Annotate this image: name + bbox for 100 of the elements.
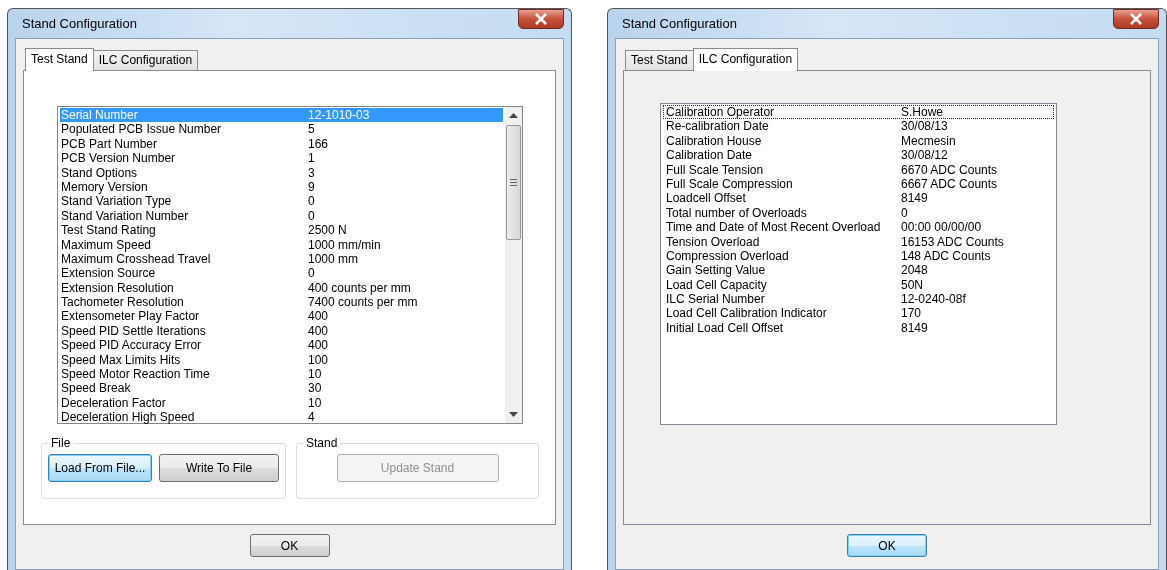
property-value: 100 [308, 352, 329, 368]
ok-button[interactable]: OK [847, 534, 927, 557]
window-title: Stand Configuration [21, 16, 137, 31]
property-name: Deceleration High Speed [60, 410, 196, 425]
property-name: Stand Variation Type [60, 194, 173, 209]
property-value: 8149 [901, 191, 928, 206]
property-value: 12-1010-03 [308, 108, 370, 123]
list-row[interactable]: Maximum Crosshead Travel 1000 mm [60, 251, 503, 267]
list-row[interactable]: Populated PCB Issue Number 5 [60, 122, 503, 137]
property-name: Speed PID Accuracy Error [60, 338, 203, 353]
property-value: 1 [308, 151, 315, 166]
list-row[interactable]: Calibration Date 30/08/12 [663, 148, 1054, 163]
property-value: 12-0240-08f [901, 292, 966, 307]
property-value: 400 counts per mm [308, 280, 411, 296]
grip-icon [510, 179, 517, 186]
property-value: 170 [901, 306, 922, 321]
list-row[interactable]: Extension Resolution 400 counts per mm [60, 280, 503, 296]
property-name: ILC Serial Number [665, 292, 766, 307]
list-row[interactable]: Full Scale Compression 6667 ADC Counts [663, 176, 1054, 192]
action-button[interactable]: Load From File... [48, 454, 152, 482]
tab[interactable]: ILC Configuration [692, 48, 799, 71]
list-row[interactable]: Speed Break 30 [60, 381, 503, 396]
tab[interactable]: ILC Configuration [92, 50, 199, 70]
property-name: Full Scale Tension [665, 162, 765, 177]
property-name: Speed Motor Reaction Time [60, 367, 211, 382]
property-value: 1000 mm [308, 251, 359, 267]
list-row[interactable]: Tension Overload 16153 ADC Counts [663, 234, 1054, 249]
property-value: 10 [308, 395, 322, 411]
list-row[interactable]: Load Cell Calibration Indicator 170 [663, 306, 1054, 321]
property-name: Tachometer Resolution [60, 295, 185, 310]
property-name: Maximum Speed [60, 237, 153, 252]
list-row[interactable]: Speed PID Settle Iterations 400 [60, 323, 503, 339]
list-row[interactable]: Extension Source 0 [60, 266, 503, 281]
list-row[interactable]: Speed PID Accuracy Error 400 [60, 338, 503, 353]
property-value: 10 [308, 367, 322, 382]
property-value: 4 [308, 410, 315, 425]
close-button[interactable] [1113, 9, 1159, 29]
property-name: Speed PID Settle Iterations [60, 323, 207, 339]
list-row[interactable]: Load Cell Capacity 50N [663, 277, 1054, 293]
property-value: 0 [308, 266, 315, 281]
tab[interactable]: Test Stand [25, 48, 94, 71]
scrollbar[interactable] [505, 107, 522, 423]
list-row[interactable]: Calibration Operator S.Howe [663, 105, 1054, 120]
property-name: Compression Overload [665, 248, 790, 264]
list-row[interactable]: Tachometer Resolution 7400 counts per mm [60, 295, 503, 310]
property-name: Deceleration Factor [60, 395, 167, 411]
list-row[interactable]: Full Scale Tension 6670 ADC Counts [663, 162, 1054, 177]
property-name: Test Stand Rating [60, 223, 157, 238]
property-name: Calibration Date [665, 148, 754, 163]
property-value: 400 [308, 338, 329, 353]
list-row[interactable]: Calibration House Mecmesin [663, 133, 1054, 149]
property-name: Re-calibration Date [665, 119, 770, 134]
property-name: Initial Load Cell Offset [665, 320, 785, 336]
list-row[interactable]: Speed Motor Reaction Time 10 [60, 367, 503, 382]
property-value: 148 ADC Counts [901, 248, 991, 264]
action-button[interactable]: Write To File [159, 454, 279, 482]
property-value: 8149 [901, 320, 928, 336]
property-name: Total number of Overloads [665, 205, 808, 221]
property-value: 30/08/12 [901, 148, 948, 163]
tab[interactable]: Test Stand [625, 50, 694, 70]
list-row[interactable]: Compression Overload 148 ADC Counts [663, 248, 1054, 264]
ok-button[interactable]: OK [249, 534, 330, 557]
property-value: 5 [308, 122, 315, 137]
property-value: Mecmesin [901, 133, 956, 149]
up-arrow-icon[interactable] [509, 113, 518, 118]
property-value: 2500 N [308, 223, 347, 238]
down-arrow-icon[interactable] [509, 412, 518, 417]
property-value: 3 [308, 165, 315, 180]
list-row[interactable]: Loadcell Offset 8149 [663, 191, 1054, 206]
property-value: 30 [308, 381, 322, 396]
list-row[interactable]: Total number of Overloads 0 [663, 205, 1054, 221]
scrollbar-thumb[interactable] [506, 125, 521, 240]
list-row[interactable]: Initial Load Cell Offset 8149 [663, 320, 1054, 336]
list-row[interactable]: Gain Setting Value 2048 [663, 263, 1054, 278]
list-row[interactable]: Speed Max Limits Hits 100 [60, 352, 503, 368]
property-name: Calibration House [665, 133, 763, 149]
list-row[interactable]: Extensometer Play Factor 400 [60, 309, 503, 324]
property-name: Calibration Operator [665, 105, 776, 120]
property-name: Load Cell Capacity [665, 277, 768, 293]
property-value: 16153 ADC Counts [901, 234, 1004, 249]
close-button[interactable] [518, 9, 564, 29]
list-row[interactable]: Deceleration Factor 10 [60, 395, 503, 411]
window-title: Stand Configuration [621, 16, 737, 31]
property-name: Loadcell Offset [665, 191, 747, 206]
list-row[interactable]: Stand Variation Number 0 [60, 208, 503, 224]
property-value: 1000 mm/min [308, 237, 381, 252]
property-name: Extensometer Play Factor [60, 309, 201, 324]
list-row[interactable]: Test Stand Rating 2500 N [60, 223, 503, 238]
list-row[interactable]: Re-calibration Date 30/08/13 [663, 119, 1054, 134]
list-row[interactable]: Time and Date of Most Recent Overload 00:00 00/00/00 [663, 220, 1054, 235]
list-row[interactable]: Deceleration High Speed 4 [60, 410, 503, 425]
list-row[interactable]: ILC Serial Number 12-0240-08f [663, 292, 1054, 307]
property-name: Populated PCB Issue Number [60, 122, 223, 137]
property-name: Gain Setting Value [665, 263, 767, 278]
list-row[interactable]: Maximum Speed 1000 mm/min [60, 237, 503, 252]
list-row[interactable]: PCB Part Number 166 [60, 136, 503, 152]
list-row[interactable]: Stand Variation Type 0 [60, 194, 503, 209]
list-row[interactable]: Memory Version 9 [60, 179, 503, 195]
list-row[interactable]: Stand Options 3 [60, 165, 503, 180]
list-row[interactable]: PCB Version Number 1 [60, 151, 503, 166]
